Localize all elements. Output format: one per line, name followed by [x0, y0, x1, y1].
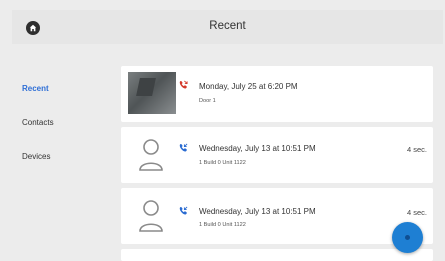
person-icon	[139, 139, 163, 171]
header-bar: Recent	[12, 10, 443, 44]
sidebar-item-devices[interactable]: Devices	[22, 152, 50, 161]
call-subtitle: 1 Build 0 Unit 1122	[199, 222, 246, 228]
call-duration: 4 sec.	[406, 208, 427, 217]
call-title: Wednesday, July 13 at 10:51 PM	[199, 207, 316, 216]
incoming-call-icon	[179, 206, 188, 215]
sidebar-item-recent[interactable]: Recent	[22, 84, 49, 93]
call-duration: 4 sec.	[406, 145, 427, 154]
list-item[interactable]	[121, 249, 433, 261]
person-icon	[139, 200, 163, 232]
call-subtitle: Door 1	[199, 98, 216, 104]
sidebar: Recent Contacts Devices	[12, 44, 121, 261]
list-item[interactable]: Wednesday, July 13 at 10:51 PM 1 Build 0…	[121, 188, 433, 244]
sidebar-item-contacts[interactable]: Contacts	[22, 118, 54, 127]
page-title: Recent	[209, 20, 246, 32]
list-item[interactable]: Monday, July 25 at 6:20 PM Door 1	[121, 66, 433, 122]
call-title: Wednesday, July 13 at 10:51 PM	[199, 144, 316, 153]
call-subtitle: 1 Build 0 Unit 1122	[199, 160, 246, 166]
list-item[interactable]: Wednesday, July 13 at 10:51 PM 1 Build 0…	[121, 127, 433, 183]
recent-call-list: Monday, July 25 at 6:20 PM Door 1 Wednes…	[121, 44, 433, 261]
incoming-call-icon	[179, 143, 188, 152]
floating-action-button[interactable]	[392, 222, 423, 253]
call-title: Monday, July 25 at 6:20 PM	[199, 82, 298, 91]
snapshot-thumbnail	[128, 72, 176, 114]
missed-call-icon	[179, 80, 188, 89]
action-icon	[405, 235, 410, 240]
